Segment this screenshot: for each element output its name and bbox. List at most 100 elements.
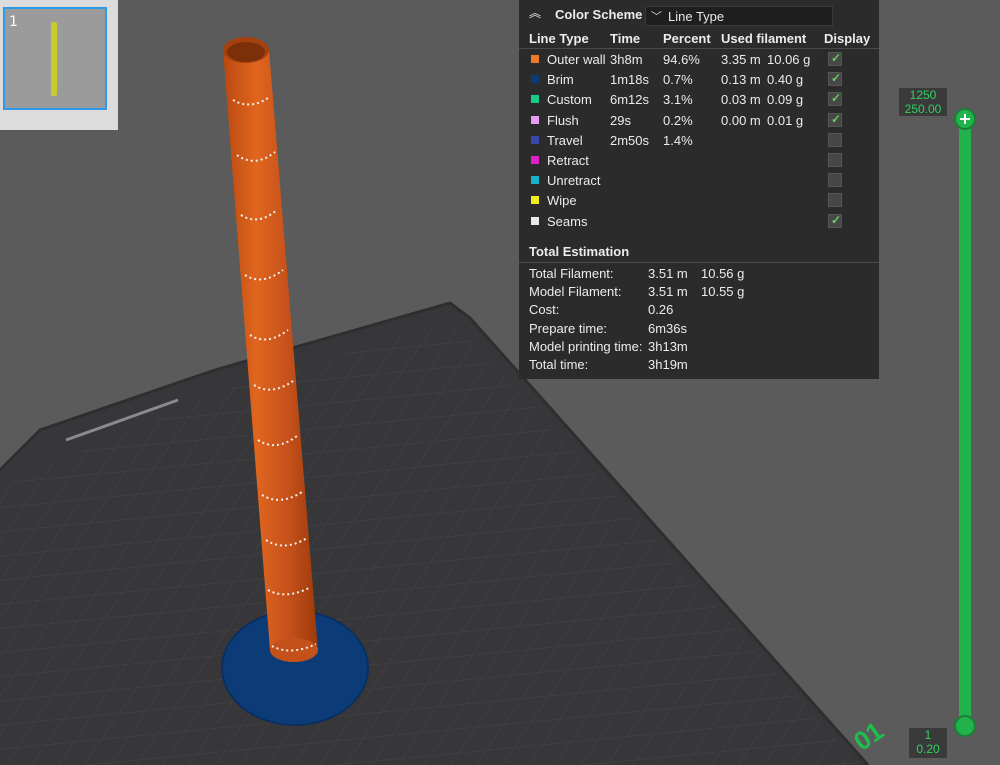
color-swatch: [531, 156, 539, 164]
column-header-percent: Percent: [663, 31, 711, 46]
total-row: Prepare time: 6m36s: [519, 321, 879, 339]
line-type-time: 2m50s: [610, 132, 650, 148]
legend-row[interactable]: Travel 2m50s 1.4%: [519, 131, 879, 151]
legend-row[interactable]: Flush 29s 0.2% 0.00 m 0.01 g ✓: [519, 111, 879, 131]
total-value: 3h13m: [648, 338, 688, 354]
legend-row[interactable]: Outer wall 3h8m 94.6% 3.35 m 10.06 g ✓: [519, 50, 879, 70]
column-header-line-type: Line Type: [529, 31, 589, 46]
legend-row[interactable]: Seams ✓: [519, 212, 879, 232]
color-swatch: [531, 75, 539, 84]
total-label: Model printing time:: [529, 338, 643, 354]
line-type-percent: 0.7%: [663, 72, 693, 88]
line-type-name: Seams: [547, 213, 588, 229]
chevron-down-icon: ﹀: [651, 11, 662, 23]
legend-row[interactable]: Unretract: [519, 171, 879, 191]
color-swatch: [531, 216, 539, 225]
display-checkbox[interactable]: ✓: [828, 212, 842, 228]
color-scheme-select[interactable]: ﹀ Line Type: [645, 6, 833, 26]
collapse-icon[interactable]: ︽: [529, 7, 541, 19]
total-divider: [519, 262, 879, 263]
total-row: Model printing time: 3h13m: [519, 339, 879, 357]
total-value: 6m36s: [648, 320, 688, 336]
layer-slider[interactable]: + 1250 250.00 1 0.20: [895, 80, 995, 760]
top-layer-number: 1250: [909, 88, 937, 102]
column-header-used-filament: Used filament: [721, 31, 807, 46]
line-type-name: Custom: [547, 92, 592, 108]
line-type-weight: 10.06 g: [767, 52, 811, 67]
line-type-percent: 1.4%: [663, 132, 693, 148]
legend-row[interactable]: Custom 6m12s 3.1% 0.03 m 0.09 g ✓: [519, 90, 879, 110]
total-value: 3h19m: [648, 357, 688, 372]
legend-row[interactable]: Retract: [519, 151, 879, 171]
tube-top-inner: [227, 42, 265, 62]
total-label: Total time:: [529, 357, 589, 372]
layer-slider-track[interactable]: [959, 117, 971, 727]
plate-number: 1: [9, 14, 18, 30]
line-type-length: 3.35 m: [721, 52, 761, 67]
check-icon: ✓: [831, 212, 842, 227]
layer-slider-bottom-handle[interactable]: [954, 715, 976, 737]
top-layer-height: 250.00: [904, 102, 942, 116]
color-scheme-label: Color Scheme: [555, 7, 643, 22]
line-type-name: Wipe: [547, 193, 577, 209]
color-swatch: [531, 115, 539, 124]
plus-icon: +: [958, 109, 972, 128]
display-checkbox[interactable]: [828, 193, 842, 208]
color-swatch: [531, 176, 539, 185]
3d-viewport[interactable]: 1 ︽ Color Scheme ﹀ Line Type Line Type T…: [0, 0, 1000, 765]
check-icon: ✓: [831, 91, 842, 106]
line-type-weight: 0.09 g: [767, 92, 804, 108]
total-estimation-title: Total Estimation: [529, 244, 630, 259]
total-row: Total time: 3h19m: [519, 357, 879, 375]
legend-header: ︽ Color Scheme ﹀ Line Type: [519, 0, 879, 30]
display-checkbox[interactable]: ✓: [828, 91, 842, 107]
line-type-legend: ︽ Color Scheme ﹀ Line Type Line Type Tim…: [519, 0, 879, 379]
plate-thumbnail-model: [51, 22, 57, 96]
line-type-percent: 0.2%: [663, 112, 693, 128]
line-type-name: Unretract: [547, 173, 601, 189]
header-divider: [519, 48, 879, 49]
line-type-name: Brim: [547, 72, 574, 88]
line-type-percent: 3.1%: [663, 92, 693, 108]
display-checkbox[interactable]: [828, 173, 842, 188]
color-scheme-value: Line Type: [668, 9, 725, 24]
bottom-layer-height: 0.20: [916, 742, 940, 756]
display-checkbox[interactable]: ✓: [828, 51, 842, 66]
line-type-time: 1m18s: [610, 72, 650, 88]
line-type-name: Flush: [547, 112, 579, 128]
display-checkbox[interactable]: [828, 153, 842, 167]
total-value-secondary: 10.55 g: [701, 284, 745, 300]
line-type-length: 0.00 m: [721, 112, 761, 128]
total-value: 0.26: [648, 302, 674, 318]
top-layer-tag: 1250 250.00: [899, 88, 947, 116]
line-type-weight: 0.40 g: [767, 72, 804, 88]
display-checkbox[interactable]: [828, 132, 842, 147]
check-icon: ✓: [831, 51, 842, 65]
line-type-time: 29s: [610, 112, 631, 128]
color-swatch: [531, 196, 539, 205]
total-row: Model Filament: 3.51 m 10.55 g: [519, 284, 879, 302]
line-type-time: 6m12s: [610, 92, 650, 108]
bottom-layer-number: 1: [924, 728, 932, 742]
line-type-name: Outer wall: [547, 52, 606, 67]
display-checkbox[interactable]: ✓: [828, 112, 842, 127]
build-plate-grid: [0, 320, 860, 765]
column-header-display: Display: [824, 31, 871, 46]
color-swatch: [531, 55, 539, 63]
layer-slider-top-handle[interactable]: +: [954, 108, 976, 130]
total-label: Cost:: [529, 302, 560, 318]
total-row: Total Filament: 3.51 m 10.56 g: [519, 266, 879, 284]
line-type-time: 3h8m: [610, 52, 643, 67]
total-value-secondary: 10.56 g: [701, 266, 745, 281]
line-type-name: Travel: [547, 132, 583, 148]
total-label: Prepare time:: [529, 320, 608, 336]
check-icon: ✓: [831, 71, 842, 86]
legend-row[interactable]: Brim 1m18s 0.7% 0.13 m 0.40 g ✓: [519, 70, 879, 90]
plate-thumbnail[interactable]: 1: [0, 0, 118, 130]
legend-row[interactable]: Wipe: [519, 191, 879, 211]
color-swatch: [531, 135, 539, 144]
total-label: Total Filament:: [529, 266, 614, 281]
color-swatch: [531, 95, 539, 104]
display-checkbox[interactable]: ✓: [828, 71, 842, 87]
line-type-percent: 94.6%: [663, 52, 700, 67]
